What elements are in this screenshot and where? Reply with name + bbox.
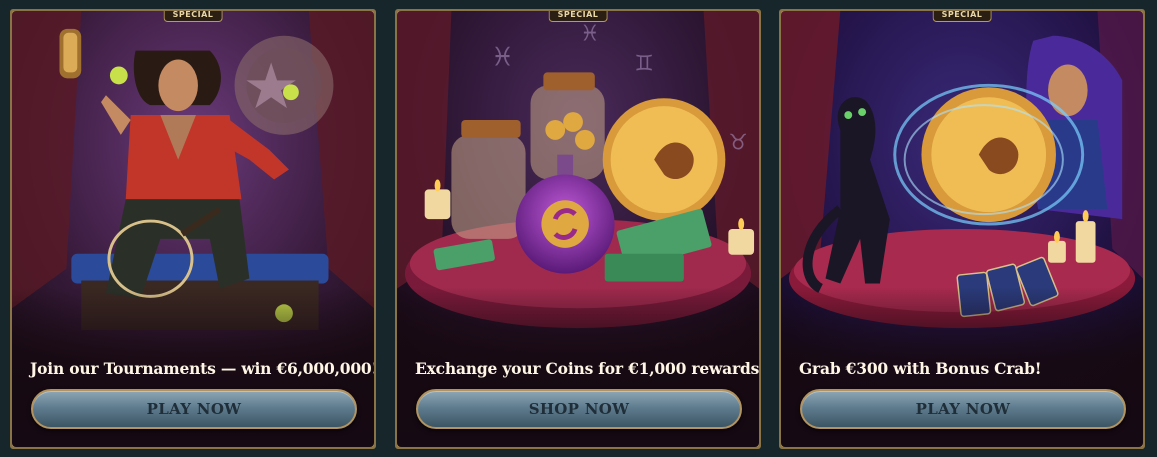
frame-corner — [397, 11, 411, 25]
frame-corner — [397, 433, 411, 447]
special-badge: SPECIAL — [163, 11, 223, 22]
button-label: PLAY NOW — [146, 400, 242, 418]
button-label: SHOP NOW — [528, 400, 630, 418]
frame-corner — [745, 11, 759, 25]
frame-corner — [1129, 433, 1143, 447]
shop-now-button[interactable]: SHOP NOW — [416, 389, 742, 429]
frame-corner — [360, 11, 374, 25]
svg-text:♊: ♊ — [634, 51, 653, 76]
card-title: Grab €300 with Bonus Crab! — [799, 359, 1042, 378]
play-now-button[interactable]: PLAY NOW — [31, 389, 357, 429]
frame-corner — [360, 433, 374, 447]
svg-text:♉: ♉ — [728, 131, 747, 156]
button-label: PLAY NOW — [915, 400, 1011, 418]
svg-text:♓: ♓ — [580, 22, 599, 47]
promo-card-coin-shop[interactable]: SPECIAL ♓ ♓ ♊ ♉ Exchange your Coins for … — [395, 9, 761, 449]
frame-corner — [781, 11, 795, 25]
promo-card-bonus-crab[interactable]: SPECIAL Grab €300 with Bonus Crab! PLAY … — [779, 9, 1145, 449]
promo-card-tournaments[interactable]: SPECIAL Join our Tournaments — win €6,00… — [10, 9, 376, 449]
play-now-button[interactable]: PLAY NOW — [800, 389, 1126, 429]
special-badge: SPECIAL — [932, 11, 992, 22]
frame-corner — [1129, 11, 1143, 25]
frame-corner — [12, 433, 26, 447]
frame-corner — [781, 433, 795, 447]
card-title: Exchange your Coins for €1,000 rewards! — [415, 359, 761, 378]
frame-corner — [745, 433, 759, 447]
special-badge: SPECIAL — [548, 11, 608, 22]
card-title: Join our Tournaments — win €6,000,000! — [30, 359, 376, 378]
frame-corner — [12, 11, 26, 25]
svg-text:♓: ♓ — [491, 42, 514, 72]
